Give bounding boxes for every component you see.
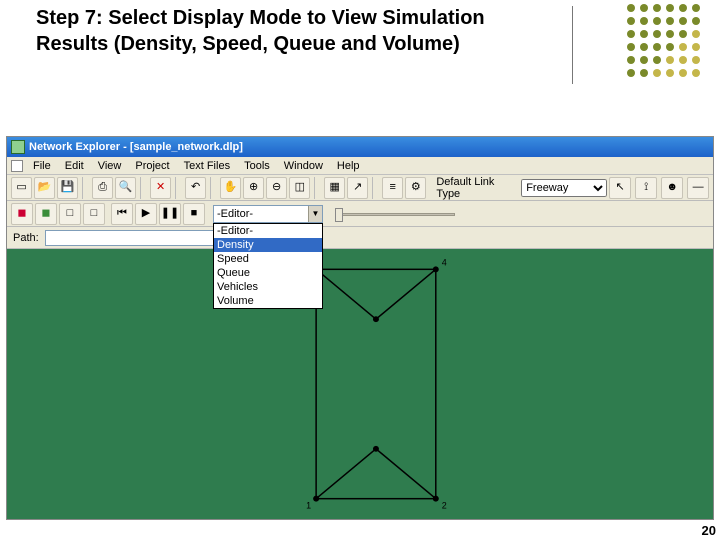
title-bar[interactable]: Network Explorer - [sample_network.dlp] <box>7 137 713 157</box>
time-slider[interactable] <box>335 207 455 221</box>
menu-help[interactable]: Help <box>331 159 366 173</box>
save-icon[interactable]: 💾 <box>57 177 78 199</box>
divider <box>572 6 573 84</box>
slide-heading: Step 7: Select Display Mode to View Simu… <box>36 6 556 57</box>
path-row: Path: <box>7 227 713 249</box>
measure-icon[interactable]: ⟟ <box>635 177 657 199</box>
blank-button[interactable]: □ <box>83 203 105 225</box>
menu-textfiles[interactable]: Text Files <box>178 159 236 173</box>
new-icon[interactable]: ▭ <box>11 177 32 199</box>
pointer-icon[interactable]: ↖ <box>609 177 631 199</box>
hand-icon[interactable]: ✋ <box>220 177 241 199</box>
marker-green-icon[interactable]: ◼ <box>35 203 57 225</box>
separator <box>314 177 320 199</box>
menu-edit[interactable]: Edit <box>59 159 90 173</box>
menu-file[interactable]: File <box>27 159 57 173</box>
display-mode-combo[interactable]: ▼ -Editor- Density Speed Queue Vehicles … <box>213 205 323 223</box>
default-link-label: Default Link Type <box>436 176 517 200</box>
display-mode-dropdown: -Editor- Density Speed Queue Vehicles Vo… <box>213 223 323 309</box>
menu-window[interactable]: Window <box>278 159 329 173</box>
grid-icon[interactable]: ▦ <box>324 177 345 199</box>
page-number: 20 <box>702 523 716 538</box>
rewind-icon[interactable]: ⏮ <box>111 203 133 225</box>
toolbar-main: ▭ 📂 💾 ⎙ 🔍 ✕ ↶ ✋ ⊕ ⊖ ◫ ▦ ↗ ≡ ⚙ Default Li… <box>7 175 713 201</box>
window-title: Network Explorer - [sample_network.dlp] <box>29 141 243 153</box>
display-mode-input[interactable] <box>213 205 323 223</box>
arrow-icon[interactable]: ↗ <box>347 177 368 199</box>
play-icon[interactable]: ▶ <box>135 203 157 225</box>
menu-project[interactable]: Project <box>129 159 175 173</box>
menu-view[interactable]: View <box>92 159 128 173</box>
svg-text:4: 4 <box>442 257 447 267</box>
dropdown-item-speed[interactable]: Speed <box>214 252 322 266</box>
document-icon <box>11 160 23 172</box>
dropdown-item-vehicles[interactable]: Vehicles <box>214 280 322 294</box>
pause-icon[interactable]: ❚❚ <box>159 203 181 225</box>
cfg-icon[interactable]: ⚙ <box>405 177 426 199</box>
slider-track <box>335 213 455 216</box>
tree-icon[interactable]: ≡ <box>382 177 403 199</box>
zoomout-icon[interactable]: ⊖ <box>266 177 287 199</box>
separator <box>175 177 181 199</box>
marker-red-icon[interactable]: ◼ <box>11 203 33 225</box>
chevron-down-icon[interactable]: ▼ <box>308 206 322 222</box>
toolbar-sim: ◼ ◼ □ □ ⏮ ▶ ❚❚ ■ ▼ -Editor- Density Spee… <box>7 201 713 227</box>
stop-icon[interactable]: ■ <box>183 203 205 225</box>
path-label: Path: <box>13 232 39 244</box>
separator <box>372 177 378 199</box>
dropdown-item-queue[interactable]: Queue <box>214 266 322 280</box>
svg-text:2: 2 <box>442 501 447 511</box>
dropdown-item-density[interactable]: Density <box>214 238 322 252</box>
zoomfit-icon[interactable]: ◫ <box>289 177 310 199</box>
separator <box>82 177 88 199</box>
slider-thumb[interactable] <box>335 208 343 222</box>
search-icon[interactable]: 🔍 <box>115 177 136 199</box>
print-icon[interactable]: ⎙ <box>92 177 113 199</box>
dropdown-item-editor[interactable]: -Editor- <box>214 224 322 238</box>
dropdown-item-volume[interactable]: Volume <box>214 294 322 308</box>
link-type-group: Default Link Type Freeway <box>436 176 607 200</box>
zoomin-icon[interactable]: ⊕ <box>243 177 264 199</box>
slide-root: Step 7: Select Display Mode to View Simu… <box>0 0 720 540</box>
network-svg: 34 12 <box>7 249 713 519</box>
user-icon[interactable]: ☻ <box>661 177 683 199</box>
menu-tools[interactable]: Tools <box>238 159 276 173</box>
delete-icon[interactable]: ✕ <box>150 177 171 199</box>
blank-button[interactable]: □ <box>59 203 81 225</box>
svg-text:1: 1 <box>306 501 311 511</box>
separator <box>140 177 146 199</box>
network-canvas[interactable]: 34 12 <box>7 249 713 519</box>
app-icon <box>11 140 25 154</box>
decorative-dot-grid <box>627 4 702 79</box>
separator <box>210 177 216 199</box>
open-icon[interactable]: 📂 <box>34 177 55 199</box>
undo-icon[interactable]: ↶ <box>185 177 206 199</box>
menu-bar: File Edit View Project Text Files Tools … <box>7 157 713 175</box>
line-tool-icon[interactable]: — <box>687 177 709 199</box>
app-window: Network Explorer - [sample_network.dlp] … <box>6 136 714 520</box>
default-link-select[interactable]: Freeway <box>521 179 607 197</box>
